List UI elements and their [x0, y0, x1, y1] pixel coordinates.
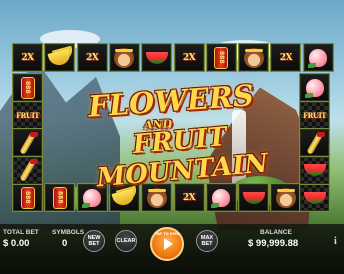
- golden-staff-icon: [15, 130, 41, 155]
- slot-tile: [299, 183, 330, 212]
- staff-tip: [29, 159, 38, 164]
- multiplier-2x-icon: 2X: [176, 46, 202, 70]
- slot-tile: 888: [12, 183, 43, 212]
- slot-tile: 2X: [12, 43, 43, 72]
- watermelon-shape: [242, 191, 265, 204]
- scroll-label: 888: [24, 81, 31, 94]
- multiplier-label: 2X: [85, 52, 99, 63]
- play-icon: [164, 238, 173, 250]
- monkey-icon: [273, 186, 299, 210]
- golden-staff-icon: [15, 158, 41, 182]
- multiplier-2x-icon: 2X: [273, 46, 299, 70]
- fruit-wild-icon: FRUIT: [15, 103, 41, 127]
- slot-tile: 2X: [173, 43, 205, 72]
- banana-shape: [47, 47, 73, 68]
- staff-tip: [316, 131, 325, 137]
- red-scroll-icon: 888: [208, 46, 234, 70]
- new-bet-button[interactable]: NEW BET: [83, 230, 105, 252]
- multiplier-label: 2X: [21, 52, 34, 63]
- total-bet-value: $ 0.00: [3, 238, 30, 249]
- info-icon[interactable]: i: [334, 236, 337, 247]
- multiplier-2x-icon: 2X: [79, 46, 105, 70]
- monkey-icon: [111, 46, 137, 70]
- monkey-icon: [241, 46, 267, 70]
- peach-leaf: [308, 62, 317, 68]
- monkey-headband: [244, 48, 263, 52]
- spin-label: TAP TO SPIN: [154, 232, 180, 236]
- red-scroll-icon: 888: [15, 76, 41, 100]
- slot-tile: [270, 183, 302, 212]
- slot-tile: [12, 128, 43, 157]
- scroll-label: 888: [24, 191, 31, 204]
- gold-ingot-icon: 2X: [15, 46, 41, 70]
- slot-tile: [141, 43, 173, 72]
- balance-label: BALANCE: [260, 229, 292, 236]
- multiplier-label: 2X: [182, 192, 196, 203]
- peach-icon: [305, 46, 331, 70]
- symbols-value: 0: [62, 238, 68, 249]
- fruit-label: FRUIT: [16, 110, 39, 120]
- slot-tile: [302, 43, 334, 72]
- symbols-label: SYMBOLS: [52, 229, 85, 236]
- slot-tile: [44, 43, 76, 72]
- scroll-label: 888: [217, 51, 225, 64]
- watermelon-icon: [144, 46, 170, 70]
- slot-tile: [205, 183, 237, 212]
- multiplier-label: 2X: [279, 52, 293, 63]
- staff-tip: [29, 131, 38, 137]
- monkey-headband: [115, 48, 134, 52]
- slot-tile: 888: [12, 73, 43, 102]
- slot-tile: [238, 43, 270, 72]
- clear-button[interactable]: CLEAR: [115, 230, 137, 252]
- monkey-headband: [147, 188, 166, 192]
- slot-tile: [108, 43, 140, 72]
- balance-value: $ 99,999.88: [248, 238, 299, 249]
- slot-tile: 2X: [270, 43, 302, 72]
- game-title: FLOWERS AND FRUIT MOUNTAIN: [40, 78, 310, 193]
- peach-leaf: [211, 202, 220, 208]
- slot-tile: [238, 183, 270, 212]
- banana-icon: [47, 46, 73, 70]
- multiplier-2x-icon: 2X: [176, 186, 202, 210]
- slot-tile: FRUIT: [12, 100, 43, 130]
- peach-icon: [208, 186, 234, 210]
- slot-tile: 2X: [76, 43, 108, 72]
- monkey-headband: [276, 188, 295, 192]
- spin-button[interactable]: TAP TO SPIN: [150, 227, 184, 261]
- watermelon-shape: [145, 51, 168, 64]
- slot-tile: 2X: [173, 183, 205, 212]
- red-scroll-icon: 888: [15, 186, 41, 210]
- peach-leaf: [82, 202, 91, 208]
- multiplier-label: 2X: [182, 52, 196, 63]
- watermelon-shape: [303, 191, 326, 204]
- slot-tile: [12, 155, 43, 185]
- monkey-icon: [144, 186, 170, 210]
- watermelon-icon: [302, 186, 328, 210]
- game-stage: 2X 2X 2X 888 2X 888 888 2X 888 FRUIT FRUIT FLOWERS…: [0, 0, 344, 274]
- total-bet-label: TOTAL BET: [3, 229, 39, 236]
- slot-tile: 888: [205, 43, 237, 72]
- max-bet-button[interactable]: MAX BET: [196, 230, 218, 252]
- watermelon-icon: [241, 186, 267, 210]
